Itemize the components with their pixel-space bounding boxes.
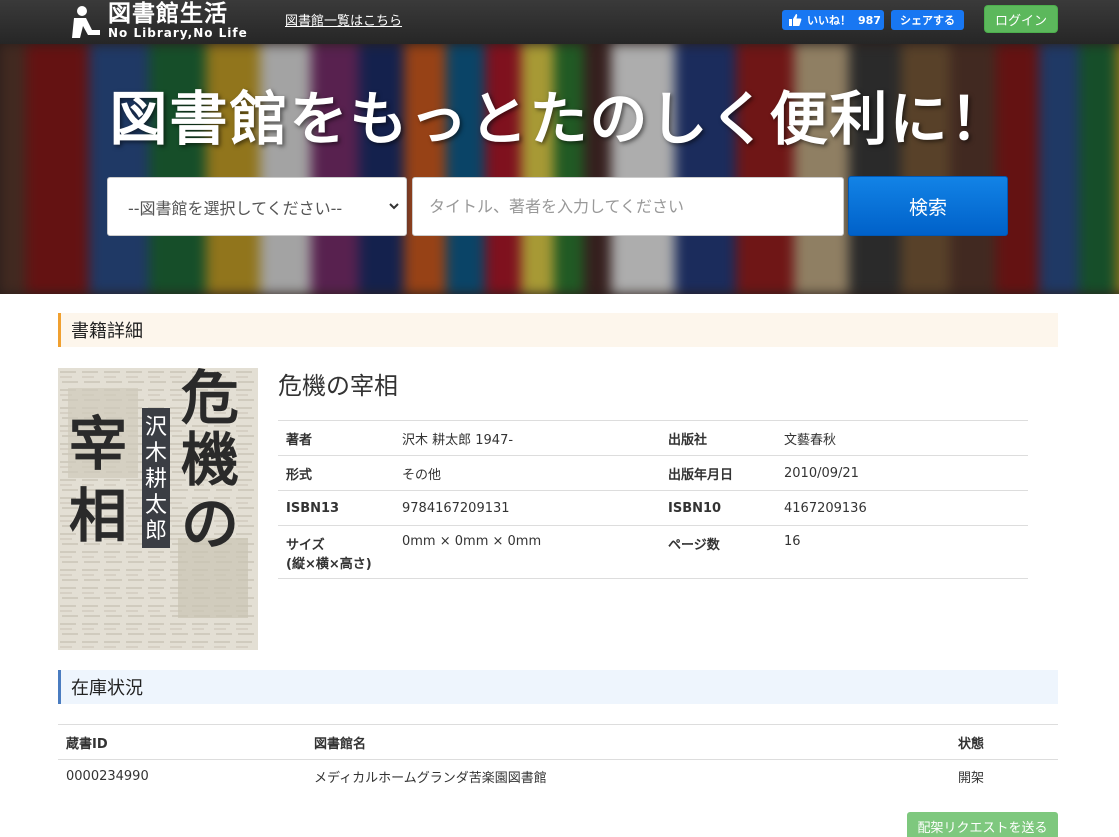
search-button[interactable]: 検索 [848, 176, 1008, 236]
table-header-row: 蔵書ID 図書館名 状態 [58, 724, 1058, 760]
column-header-status: 状態 [950, 724, 1058, 760]
library-list-link[interactable]: 図書館一覧はこちら [285, 10, 402, 29]
detail-label: サイズ (縦×横×高さ) [278, 525, 394, 579]
cover-title-char: の [181, 490, 239, 558]
chevron-down-icon [389, 203, 399, 210]
stock-status-section-header: 在庫状況 [58, 670, 1058, 704]
cover-author-char: 太 [145, 493, 167, 518]
shelf-request-button[interactable]: 配架リクエストを送る [907, 812, 1058, 837]
holding-status: 開架 [958, 770, 985, 786]
book-cover-image: 沢木耕太郎 危機の宰相 [58, 368, 258, 650]
top-navbar: 図書館生活 No Library,No Life 図書館一覧はこちら いいね！ … [0, 0, 1119, 44]
detail-value: 9784167209131 [394, 490, 660, 526]
library-select-value: --図書館を選択してください-- [128, 198, 343, 218]
detail-value: 4167209136 [776, 490, 1028, 526]
section-title: 書籍詳細 [71, 321, 143, 342]
detail-value: 16 [776, 525, 1028, 579]
detail-row: サイズ (縦×横×高さ) 0mm × 0mm × 0mm ページ数 16 [278, 525, 1028, 579]
facebook-share-button[interactable]: シェアする [891, 10, 964, 30]
detail-label: 形式 [278, 455, 394, 491]
like-count: 987 [858, 13, 881, 27]
hero-title: 図書館をもっとたのしく便利に！ [109, 85, 1010, 153]
column-header-id: 蔵書ID [58, 724, 306, 760]
detail-label: ISBN13 [278, 490, 394, 526]
reading-person-icon [72, 6, 100, 38]
detail-label: 出版社 [660, 420, 776, 456]
detail-label: ISBN10 [660, 490, 776, 526]
detail-row: ISBN13 9784167209131 ISBN10 4167209136 [278, 490, 1028, 526]
detail-value: 沢木 耕太郎 1947- [394, 420, 660, 456]
cover-author-char: 木 [145, 441, 167, 466]
thumbs-up-icon [789, 14, 802, 26]
column-header-library: 図書館名 [306, 724, 950, 760]
book-detail-table: 著者 沢木 耕太郎 1947- 出版社 文藝春秋 形式 その他 出版年月日 2010/09/2… [278, 420, 1028, 579]
site-logo[interactable]: 図書館生活 No Library,No Life [68, 1, 258, 42]
detail-label: 出版年月日 [660, 455, 776, 491]
cover-title-char: 危 [181, 368, 239, 432]
detail-label: 著者 [278, 420, 394, 456]
book-title: 危機の宰相 [278, 372, 398, 400]
detail-value: 0mm × 0mm × 0mm [394, 525, 660, 579]
detail-value: その他 [394, 455, 660, 491]
cover-author-char: 沢 [145, 415, 167, 440]
detail-row: 形式 その他 出版年月日 2010/09/21 [278, 455, 1028, 491]
detail-value: 2010/09/21 [776, 455, 1028, 491]
stock-table: 蔵書ID 図書館名 状態 0000234990 メディカルホームグランダ苦楽園図書… [58, 724, 1058, 793]
hero-banner: 図書館をもっとたのしく便利に！ --図書館を選択してください-- 検索 [0, 44, 1119, 294]
library-name: メディカルホームグランダ苦楽園図書館 [314, 770, 547, 786]
logo-title: 図書館生活 [108, 1, 228, 27]
cover-title-char: 相 [69, 482, 127, 550]
holding-id: 0000234990 [66, 768, 149, 784]
library-select[interactable]: --図書館を選択してください-- [107, 177, 407, 236]
search-input[interactable] [412, 177, 844, 236]
cover-author-char: 耕 [145, 467, 167, 492]
detail-row: 著者 沢木 耕太郎 1947- 出版社 文藝春秋 [278, 420, 1028, 456]
logo-subtitle: No Library,No Life [108, 26, 248, 40]
cover-author-char: 郎 [145, 519, 167, 544]
cover-title-char: 宰 [69, 410, 127, 478]
table-row: 0000234990 メディカルホームグランダ苦楽園図書館 開架 [58, 760, 1058, 793]
detail-label: ページ数 [660, 525, 776, 579]
book-detail-section-header: 書籍詳細 [58, 313, 1058, 347]
login-button[interactable]: ログイン [984, 5, 1058, 33]
section-title: 在庫状況 [71, 678, 143, 699]
cover-title-char: 機 [181, 426, 239, 494]
like-label: いいね！ [807, 14, 851, 27]
detail-value: 文藝春秋 [776, 420, 1028, 456]
facebook-like-button[interactable]: いいね！ 987 [782, 10, 884, 30]
